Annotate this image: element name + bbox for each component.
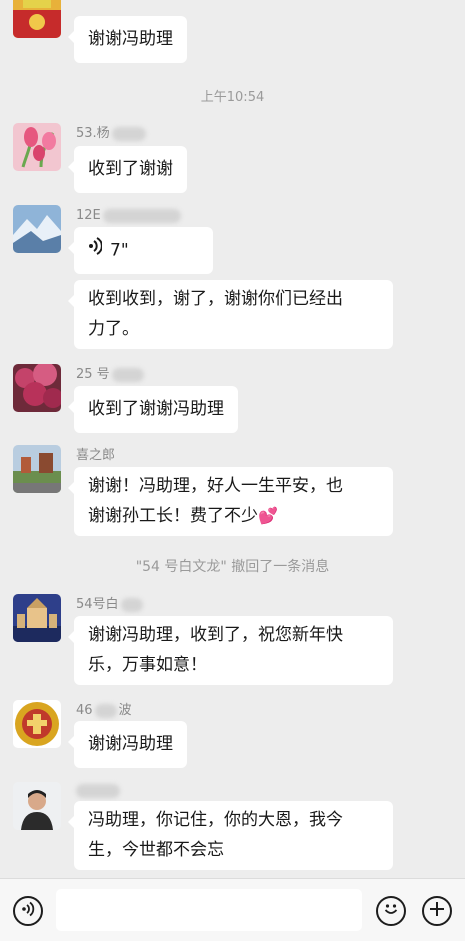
avatar[interactable] xyxy=(13,445,61,493)
avatar[interactable] xyxy=(13,594,61,642)
voice-wave-icon xyxy=(88,235,103,266)
input-toolbar xyxy=(0,878,465,941)
message-bubble[interactable]: 谢谢！冯助理，好人一生平安，也 谢谢孙工长！费了不少💕 xyxy=(68,467,393,536)
message-bubble[interactable]: 谢谢冯助理 xyxy=(68,721,187,768)
voice-message-bubble[interactable]: 7" xyxy=(68,227,213,274)
message-line: 冯助理，你记住，你的大恩，我今 xyxy=(88,810,343,830)
plus-icon xyxy=(429,901,445,921)
avatar[interactable] xyxy=(13,0,61,38)
message-input[interactable] xyxy=(56,889,362,931)
sender-name: 12E xyxy=(76,207,181,225)
voice-duration: 7" xyxy=(110,240,129,261)
sender-name: 喜之郎 xyxy=(76,448,116,463)
avatar[interactable] xyxy=(13,364,61,412)
message-line: 乐，万事如意！ xyxy=(88,655,207,675)
message-line: 谢谢孙工长！费了不少💕 xyxy=(88,506,278,526)
message-bubble[interactable]: 收到收到，谢了，谢谢你们已经出 力了。 xyxy=(68,280,393,349)
sender-name: 46 波 xyxy=(76,703,132,718)
emoji-button[interactable] xyxy=(376,896,406,926)
voice-input-icon xyxy=(21,901,35,921)
emoji-face-icon xyxy=(381,899,401,923)
message-line: 收到收到，谢了，谢谢你们已经出 xyxy=(88,289,343,309)
voice-input-button[interactable] xyxy=(13,896,43,926)
message-line: 谢谢！冯助理，好人一生平安，也 xyxy=(88,476,343,496)
avatar[interactable] xyxy=(13,205,61,253)
sender-name: 53.杨 xyxy=(76,125,146,143)
timestamp: 上午10:54 xyxy=(200,90,265,105)
recall-notice: "54 号白文龙" 撤回了一条消息 xyxy=(135,559,330,575)
message-bubble[interactable]: 收到了谢谢 xyxy=(68,146,187,193)
message-line: 力了。 xyxy=(88,319,139,339)
message-bubble[interactable]: 谢谢冯助理 xyxy=(68,16,187,63)
sender-name xyxy=(76,782,120,800)
more-button[interactable] xyxy=(422,896,452,926)
message-line: 生，今世都不会忘 xyxy=(88,840,224,860)
avatar[interactable] xyxy=(13,700,61,748)
message-line: 谢谢冯助理，收到了，祝您新年快 xyxy=(88,625,343,645)
two-hearts-emoji: 💕 xyxy=(258,506,278,525)
message-bubble[interactable]: 谢谢冯助理，收到了，祝您新年快 乐，万事如意！ xyxy=(68,616,393,685)
sender-name: 54号白 xyxy=(76,596,143,614)
message-bubble[interactable]: 冯助理，你记住，你的大恩，我今 生，今世都不会忘 xyxy=(68,801,393,870)
avatar[interactable] xyxy=(13,123,61,171)
message-bubble[interactable]: 收到了谢谢冯助理 xyxy=(68,386,238,433)
chat-area[interactable]: 谢谢冯助理 上午10:54 53.杨 收到了谢谢 12E 7" 收到收到，谢了，… xyxy=(0,0,465,878)
sender-name: 25 号 xyxy=(76,366,144,384)
avatar[interactable] xyxy=(13,782,61,830)
